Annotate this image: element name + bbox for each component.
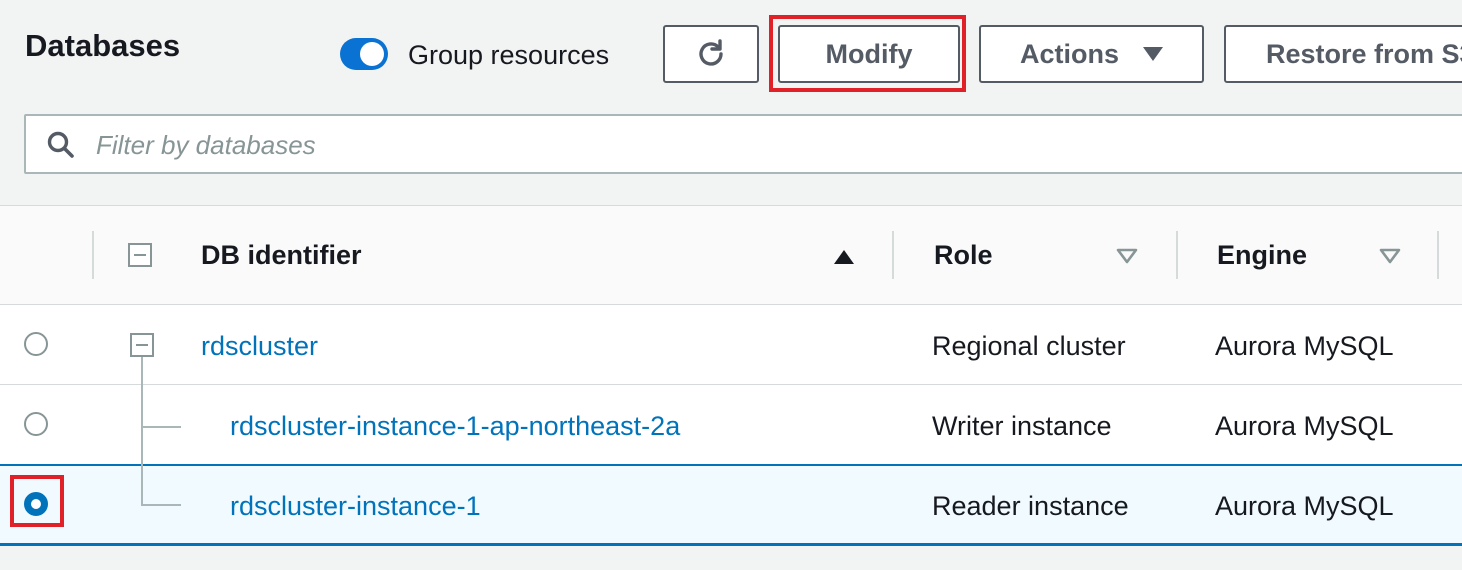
column-divider xyxy=(1176,231,1178,279)
selected-radio-highlight-box xyxy=(10,475,64,527)
engine-cell: Aurora MySQL xyxy=(1215,331,1394,361)
collapse-all-icon[interactable] xyxy=(128,243,152,267)
filter-databases-input[interactable] xyxy=(94,124,1098,166)
tree-line xyxy=(141,357,143,505)
db-identifier-link[interactable]: rdscluster xyxy=(201,331,318,362)
tree-line xyxy=(141,504,181,506)
group-resources-toggle[interactable] xyxy=(340,38,388,70)
column-header-role[interactable]: Role xyxy=(934,240,993,271)
modify-highlight-box xyxy=(769,15,966,92)
role-cell: Reader instance xyxy=(932,491,1129,521)
engine-cell: Aurora MySQL xyxy=(1215,491,1394,521)
sort-ascending-icon[interactable] xyxy=(833,249,855,265)
restore-from-s3-button[interactable]: Restore from S3 xyxy=(1224,25,1462,83)
engine-cell: Aurora MySQL xyxy=(1215,411,1394,441)
table-header: DB identifier Role Engine xyxy=(0,206,1462,306)
search-icon xyxy=(47,131,74,158)
toggle-knob xyxy=(360,42,384,66)
role-cell: Writer instance xyxy=(932,411,1112,441)
table-row[interactable]: rdscluster-instance-1-ap-northeast-2a Wr… xyxy=(0,385,1462,465)
column-header-db-identifier[interactable]: DB identifier xyxy=(201,240,362,271)
tree-line xyxy=(141,426,181,428)
refresh-icon xyxy=(699,39,723,66)
databases-table: DB identifier Role Engine rdscluster Reg… xyxy=(0,205,1462,546)
db-identifier-link[interactable]: rdscluster-instance-1 xyxy=(230,491,481,522)
actions-dropdown-button[interactable]: Actions xyxy=(979,25,1204,83)
refresh-button[interactable] xyxy=(663,25,759,83)
actions-label: Actions xyxy=(1019,38,1119,69)
row-select-radio[interactable] xyxy=(24,412,48,436)
table-row[interactable]: rdscluster Regional cluster Aurora MySQL xyxy=(0,305,1462,385)
collapse-icon[interactable] xyxy=(130,333,154,357)
column-divider xyxy=(92,231,94,279)
sort-icon[interactable] xyxy=(1379,248,1401,264)
role-cell: Regional cluster xyxy=(932,331,1126,361)
caret-down-icon xyxy=(1143,47,1163,61)
column-divider xyxy=(1437,231,1439,279)
filter-databases-search[interactable] xyxy=(24,114,1462,174)
column-divider xyxy=(892,231,894,279)
row-select-radio[interactable] xyxy=(24,332,48,356)
sort-icon[interactable] xyxy=(1116,248,1138,264)
page-title: Databases xyxy=(25,28,181,63)
column-header-engine[interactable]: Engine xyxy=(1217,240,1307,271)
db-identifier-link[interactable]: rdscluster-instance-1-ap-northeast-2a xyxy=(230,411,680,442)
table-row[interactable]: rdscluster-instance-1 Reader instance Au… xyxy=(0,464,1462,546)
group-resources-label: Group resources xyxy=(408,40,610,70)
